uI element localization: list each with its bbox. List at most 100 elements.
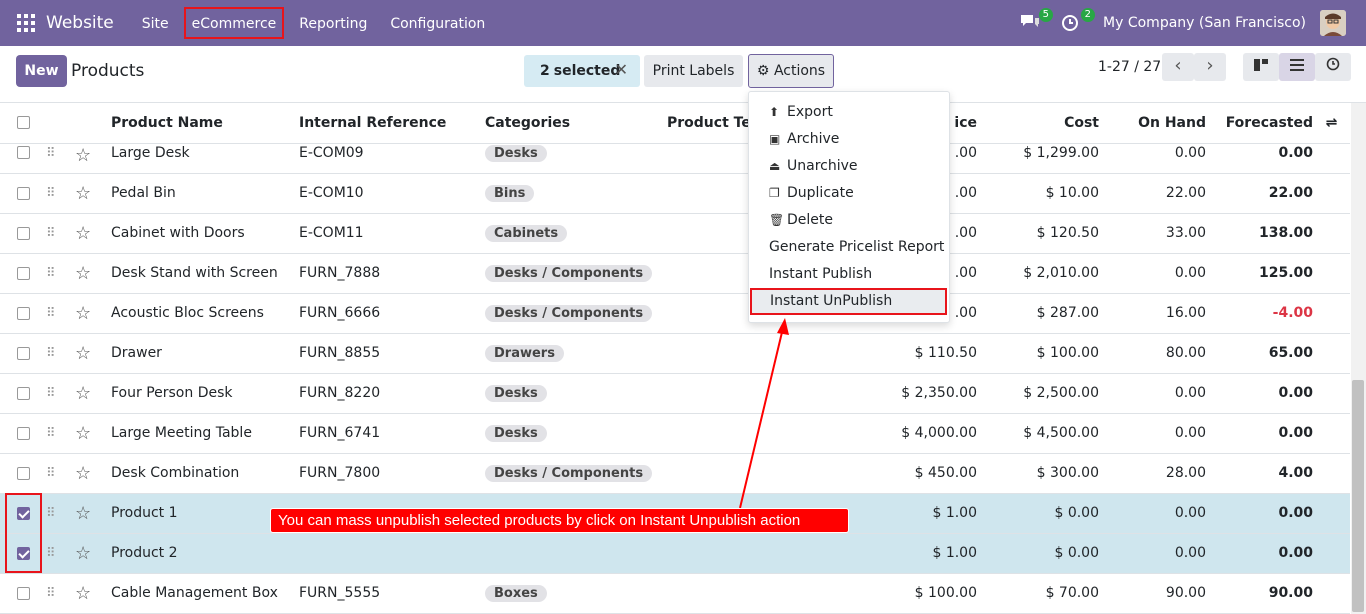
action-export[interactable]: ⬆ Export [749,99,949,126]
product-template-cell[interactable] [667,533,807,574]
favorite-star-icon[interactable]: ☆ [75,383,91,404]
clear-selection-icon[interactable]: ✕ [615,60,628,79]
forecasted-cell[interactable]: 0.00 [1206,413,1313,454]
sales-price-cell[interactable]: $ 4,000.00 [807,413,977,454]
favorite-star-icon[interactable]: ☆ [75,343,91,364]
on-hand-cell[interactable]: 0.00 [1099,143,1206,174]
drag-handle-icon[interactable]: ⠿ [46,266,55,281]
new-button[interactable]: New [16,55,67,87]
table-row[interactable]: ⠿ ☆ Cable Management Box FURN_5555 Boxes $ 10… [0,573,1350,614]
row-checkbox[interactable] [17,586,30,600]
forecasted-cell[interactable]: 0.00 [1206,533,1313,574]
select-all-checkbox[interactable] [17,116,30,130]
table-row[interactable]: ⠿ ☆ Product 2 $ 1.00 $ 0.00 0.00 0.00 [0,533,1350,574]
scrollbar-thumb[interactable] [1352,380,1364,612]
internal-reference-cell[interactable]: FURN_5555 [299,573,485,614]
product-name-cell[interactable]: Acoustic Bloc Screens [111,293,299,334]
actions-button[interactable]: ⚙ Actions [748,54,834,88]
sales-price-cell[interactable]: $ 100.00 [807,573,977,614]
action-unarchive[interactable]: ⏏ Unarchive [749,153,949,180]
product-template-cell[interactable] [667,573,807,614]
drag-handle-icon[interactable]: ⠿ [46,546,55,561]
on-hand-cell[interactable]: 22.00 [1099,173,1206,214]
favorite-star-icon[interactable]: ☆ [75,423,91,444]
product-name-cell[interactable]: Desk Stand with Screen [111,253,299,294]
product-name-cell[interactable]: Product 2 [111,533,299,574]
action-delete[interactable]: 🗑 Delete [749,207,949,234]
drag-handle-icon[interactable]: ⠿ [46,146,55,161]
on-hand-cell[interactable]: 0.00 [1099,413,1206,454]
column-cost[interactable]: Cost [977,103,1099,144]
row-checkbox[interactable] [17,226,30,240]
favorite-star-icon[interactable]: ☆ [75,183,91,204]
product-template-cell[interactable] [667,453,807,494]
on-hand-cell[interactable]: 28.00 [1099,453,1206,494]
cost-cell[interactable]: $ 2,010.00 [977,253,1099,294]
column-on-hand[interactable]: On Hand [1099,103,1206,144]
internal-reference-cell[interactable] [299,533,485,574]
on-hand-cell[interactable]: 33.00 [1099,213,1206,254]
favorite-star-icon[interactable]: ☆ [75,303,91,324]
table-row[interactable]: ⠿ ☆ Desk Stand with Screen FURN_7888 Desks /… [0,253,1350,294]
cost-cell[interactable]: $ 300.00 [977,453,1099,494]
pager-value[interactable]: 1-27 / 27 [1098,59,1161,75]
print-labels-button[interactable]: Print Labels [644,55,743,87]
forecasted-cell[interactable]: 90.00 [1206,573,1313,614]
cost-cell[interactable]: $ 70.00 [977,573,1099,614]
table-row[interactable]: ⠿ ☆ Four Person Desk FURN_8220 Desks $ 2,350.… [0,373,1350,414]
forecasted-cell[interactable]: 65.00 [1206,333,1313,374]
menu-ecommerce[interactable]: eCommerce [183,7,285,39]
table-row[interactable]: ⠿ ☆ Desk Combination FURN_7800 Desks / Compo… [0,453,1350,494]
action-generate-pricelist-report[interactable]: Generate Pricelist Report [749,234,949,261]
internal-reference-cell[interactable]: FURN_7800 [299,453,485,494]
product-name-cell[interactable]: Large Desk [111,143,299,174]
menu-reporting[interactable]: Reporting [291,7,375,39]
internal-reference-cell[interactable]: FURN_8855 [299,333,485,374]
internal-reference-cell[interactable]: E-COM11 [299,213,485,254]
row-checkbox[interactable] [17,266,30,280]
product-name-cell[interactable]: Drawer [111,333,299,374]
table-row[interactable]: ⠿ ☆ Acoustic Bloc Screens FURN_6666 Desks / … [0,293,1350,334]
cost-cell[interactable]: $ 100.00 [977,333,1099,374]
list-view-button[interactable] [1279,53,1315,81]
favorite-star-icon[interactable]: ☆ [75,543,91,564]
product-name-cell[interactable]: Cable Management Box [111,573,299,614]
pager-previous-button[interactable]: ‹ [1162,53,1194,81]
sales-price-cell[interactable]: $ 2,350.00 [807,373,977,414]
row-checkbox[interactable] [17,186,30,200]
company-switcher[interactable]: My Company (San Francisco) [1103,15,1306,31]
product-name-cell[interactable]: Desk Combination [111,453,299,494]
on-hand-cell[interactable]: 0.00 [1099,493,1206,534]
product-name-cell[interactable]: Large Meeting Table [111,413,299,454]
activity-view-button[interactable] [1315,53,1351,81]
table-row[interactable]: ⠿ ☆ Pedal Bin E-COM10 Bins .00 $ 10.00 22.00 22.… [0,173,1350,214]
row-checkbox[interactable] [17,386,30,400]
drag-handle-icon[interactable]: ⠿ [46,386,55,401]
product-name-cell[interactable]: Four Person Desk [111,373,299,414]
drag-handle-icon[interactable]: ⠿ [46,186,55,201]
favorite-star-icon[interactable]: ☆ [75,223,91,244]
forecasted-cell[interactable]: 0.00 [1206,143,1313,174]
cost-cell[interactable]: $ 2,500.00 [977,373,1099,414]
cost-cell[interactable]: $ 120.50 [977,213,1099,254]
app-brand[interactable]: Website [46,13,114,33]
product-template-cell[interactable] [667,333,807,374]
sales-price-cell[interactable]: $ 110.50 [807,333,977,374]
row-checkbox[interactable] [17,466,30,480]
activity-button[interactable]: 2 [1061,8,1096,34]
product-template-cell[interactable] [667,373,807,414]
cost-cell[interactable]: $ 4,500.00 [977,413,1099,454]
messages-button[interactable]: 5 [1019,8,1054,34]
column-categories[interactable]: Categories [485,103,667,144]
forecasted-cell[interactable]: 125.00 [1206,253,1313,294]
internal-reference-cell[interactable]: E-COM09 [299,143,485,174]
menu-configuration[interactable]: Configuration [382,7,493,39]
table-row[interactable]: ⠿ ☆ Large Desk E-COM09 Desks .00 $ 1,299.00 0.0… [0,143,1350,174]
action-instant-unpublish[interactable]: Instant UnPublish [750,288,947,315]
on-hand-cell[interactable]: 80.00 [1099,333,1206,374]
optional-columns-icon[interactable]: ⇌ [1326,115,1338,131]
row-checkbox[interactable] [17,426,30,440]
forecasted-cell[interactable]: 0.00 [1206,373,1313,414]
row-checkbox[interactable] [17,146,30,159]
on-hand-cell[interactable]: 90.00 [1099,573,1206,614]
